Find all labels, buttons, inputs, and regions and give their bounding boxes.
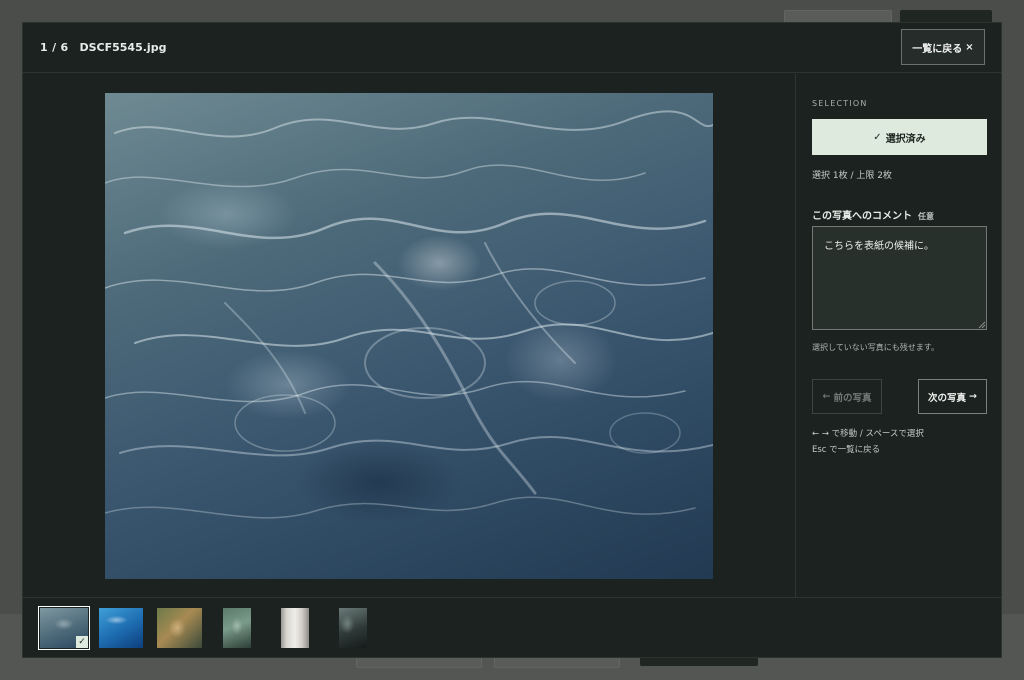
keyboard-hint-navigation: ← → で移動 / スペースで選択 [812, 429, 924, 439]
main-photo [105, 93, 713, 579]
arrow-right-icon: → [969, 391, 977, 402]
thumbnail-3[interactable] [157, 608, 202, 648]
optional-tag: 任意 [918, 212, 934, 221]
selection-section-label: SELECTION [812, 99, 868, 108]
photo-viewer-modal: 1 / 6 DSCF5545.jpg 一覧に戻る × SELECTION ✓ 選… [22, 22, 1002, 658]
comment-input[interactable]: こちらを表紙の候補に。 [812, 226, 987, 330]
prev-photo-button[interactable]: ← 前の写真 [812, 379, 882, 414]
viewer-header: 1 / 6 DSCF5545.jpg 一覧に戻る × [23, 23, 1001, 73]
selection-sidebar: SELECTION ✓ 選択済み 選択 1枚 / 上限 2枚 この写真へのコメン… [795, 74, 1001, 597]
thumbnail-2[interactable] [99, 608, 143, 648]
photo-filename: DSCF5545.jpg [79, 41, 167, 54]
check-icon: ✓ [873, 131, 882, 143]
comment-title: この写真へのコメント [812, 211, 912, 222]
water-surface-icon [105, 110, 713, 519]
thumbnail-5[interactable] [281, 608, 309, 648]
selection-count: 選択 1枚 / 上限 2枚 [812, 171, 892, 181]
photo-stage [23, 74, 795, 597]
next-photo-button[interactable]: 次の写真 → [918, 379, 987, 414]
selected-toggle-label: 選択済み [885, 133, 926, 145]
resize-grip-icon[interactable] [978, 321, 986, 329]
prev-photo-label: 前の写真 [833, 392, 872, 404]
close-icon: × [965, 41, 974, 53]
thumbnail-1[interactable]: ✓ [38, 606, 90, 650]
thumbnail-6[interactable] [339, 608, 367, 648]
comment-heading: この写真へのコメント 任意 [812, 207, 934, 222]
thumbnail-4[interactable] [223, 608, 251, 648]
arrow-left-icon: ← [822, 391, 831, 402]
next-photo-label: 次の写真 [928, 392, 967, 404]
keyboard-hint-escape: Esc で一覧に戻る [812, 445, 881, 455]
back-to-list-button[interactable]: 一覧に戻る × [901, 29, 985, 65]
thumbnail-strip: ✓ [23, 597, 1001, 657]
selected-check-icon: ✓ [76, 636, 88, 648]
back-to-list-label: 一覧に戻る [912, 43, 963, 55]
selected-toggle-button[interactable]: ✓ 選択済み [812, 119, 987, 155]
comment-hint: 選択していない写真にも残せます。 [812, 343, 939, 352]
photo-counter: 1 / 6 [40, 41, 69, 54]
